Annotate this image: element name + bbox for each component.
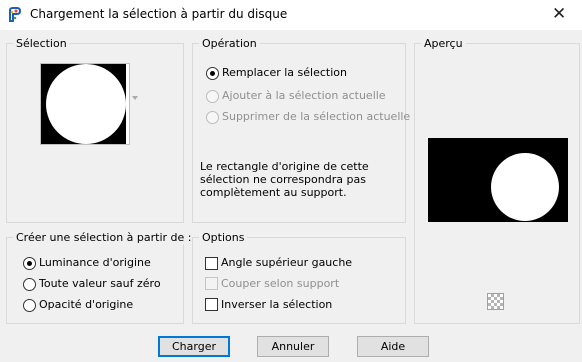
- close-icon: ✕: [552, 4, 567, 24]
- notice-line: complètement au support.: [200, 186, 347, 199]
- preview-group-legend: Aperçu: [421, 37, 466, 50]
- window-title: Chargement la sélection à partir du disq…: [30, 7, 288, 21]
- cancel-button[interactable]: Annuler: [257, 336, 329, 357]
- thumbnail-circle: [46, 64, 126, 144]
- radio-source-opacity-label[interactable]: Opacité d'origine: [39, 298, 133, 312]
- paint-palette-icon: [9, 7, 22, 22]
- close-button[interactable]: ✕: [536, 0, 582, 30]
- checkbox-invert-selection-label[interactable]: Inverser la sélection: [221, 298, 332, 312]
- load-button[interactable]: Charger: [158, 336, 230, 357]
- radio-subtract-selection[interactable]: [206, 111, 219, 124]
- radio-any-nonzero[interactable]: [23, 278, 36, 291]
- radio-source-luminance-label[interactable]: Luminance d'origine: [39, 256, 151, 270]
- selection-group-legend: Sélection: [13, 37, 70, 50]
- radio-add-selection[interactable]: [206, 90, 219, 103]
- selection-thumbnail[interactable]: [40, 63, 130, 145]
- notice-line: Le rectangle d'origine de cette: [200, 160, 369, 173]
- radio-source-opacity[interactable]: [23, 299, 36, 312]
- chevron-down-icon[interactable]: [132, 96, 138, 100]
- preview-image: [428, 138, 568, 222]
- preview-circle: [491, 153, 559, 221]
- operation-group-legend: Opération: [199, 37, 260, 50]
- thumbnail-edge: [126, 64, 129, 144]
- radio-subtract-selection-label[interactable]: Supprimer de la sélection actuelle: [222, 110, 410, 124]
- radio-source-luminance[interactable]: [23, 257, 36, 270]
- checkbox-top-left-corner[interactable]: [205, 257, 218, 270]
- checkbox-top-left-corner-label[interactable]: Angle supérieur gauche: [221, 256, 352, 270]
- checkerboard-icon[interactable]: [487, 293, 504, 310]
- radio-replace-selection-label[interactable]: Remplacer la sélection: [222, 66, 347, 80]
- options-group-legend: Options: [199, 231, 248, 244]
- radio-replace-selection[interactable]: [206, 67, 219, 80]
- radio-any-nonzero-label[interactable]: Toute valeur sauf zéro: [39, 277, 161, 291]
- help-button[interactable]: Aide: [357, 336, 429, 357]
- radio-add-selection-label[interactable]: Ajouter à la sélection actuelle: [222, 89, 386, 103]
- title-bar: Chargement la sélection à partir du disq…: [0, 0, 582, 30]
- checkbox-invert-selection[interactable]: [205, 298, 218, 311]
- checkbox-clip-to-canvas[interactable]: [205, 277, 218, 290]
- checkbox-clip-to-canvas-label[interactable]: Couper selon support: [221, 277, 339, 291]
- operation-notice: Le rectangle d'origine de cette sélectio…: [200, 160, 400, 199]
- notice-line: sélection ne correspondra pas: [200, 173, 366, 186]
- create-from-group-legend: Créer une sélection à partir de :: [13, 231, 195, 244]
